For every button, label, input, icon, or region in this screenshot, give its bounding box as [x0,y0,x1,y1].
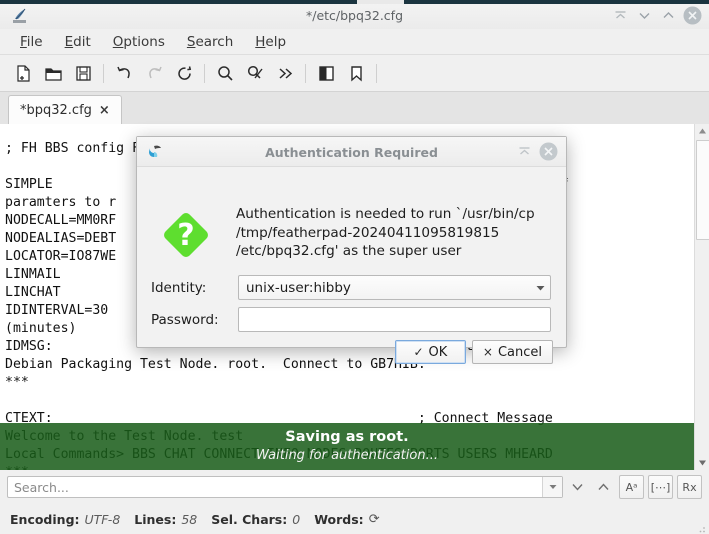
encoding-label: Encoding: [10,512,80,527]
words-label: Words: [314,512,363,527]
search-history-dropdown-icon[interactable] [542,477,562,497]
more-actions-icon[interactable] [270,58,300,88]
scrollbar-thumb[interactable] [696,140,709,240]
match-case-toggle[interactable]: Aᵃ [619,475,644,499]
lines-value: 58 [181,512,197,527]
dialog-actions: ✓ OK × Cancel [395,340,553,364]
dialog-window-controls [514,142,559,161]
minimize-button[interactable] [634,6,655,25]
search-field-wrapper [7,476,563,498]
dialog-shade-button[interactable] [514,142,535,161]
featherpad-window: */etc/bpq32.cfg [0,0,709,534]
cancel-button-label: Cancel [498,345,542,360]
menu-edit[interactable]: Edit [56,32,101,52]
ok-button[interactable]: ✓ OK [395,340,466,364]
status-bar: Encoding: UTF-8 Lines: 58 Sel. Chars: 0 … [0,504,709,534]
editor-vertical-scrollbar[interactable] [694,124,709,470]
tab-bpq32-cfg[interactable]: *bpq32.cfg × [8,95,122,125]
open-file-icon[interactable] [38,58,68,88]
identity-value: unix-user:hibby [239,280,530,296]
authentication-dialog: Authentication Required [136,136,567,348]
search-input[interactable] [7,476,563,498]
sel-chars-label: Sel. Chars: [211,512,287,527]
regex-toggle[interactable]: Rx [677,475,702,499]
find-replace-icon[interactable] [240,58,270,88]
dialog-title: Authentication Required [137,137,566,166]
menu-search[interactable]: Search [178,32,243,52]
chevron-down-icon [530,285,550,291]
ok-button-label: OK [429,345,448,360]
toolbar-separator [376,64,377,83]
dialog-body: ? Authentication is needed to run `/usr/… [137,167,566,347]
search-bar: Aᵃ [⋯] Rx [0,470,709,504]
whole-word-toggle[interactable]: [⋯] [648,475,673,499]
dialog-close-button[interactable] [538,142,559,161]
toolbar-separator [103,64,104,83]
tab-close-icon[interactable]: × [99,103,110,118]
menu-help[interactable]: Help [246,32,296,52]
redo-icon [139,58,169,88]
notification-title: Saving as root. [285,428,408,447]
tab-bar: *bpq32.cfg × [0,92,709,125]
identity-select[interactable]: unix-user:hibby [238,275,551,300]
shade-button[interactable] [610,6,631,25]
scroll-down-icon[interactable] [695,456,709,470]
close-x-icon: × [483,345,493,359]
resize-grip[interactable] [695,521,706,532]
notification-subtitle: Waiting for authentication... [256,447,438,465]
window-controls [610,6,703,25]
new-file-icon[interactable] [8,58,38,88]
split-view-icon[interactable] [311,58,341,88]
toolbar-separator [305,64,306,83]
find-previous-icon[interactable] [591,476,615,498]
reload-icon[interactable] [169,58,199,88]
dialog-message: Authentication is needed to run `/usr/bi… [236,205,551,261]
green-question-icon: ? [158,207,214,263]
tool-bar [0,55,709,92]
identity-label: Identity: [151,280,206,296]
close-button[interactable] [682,6,703,25]
check-icon: ✓ [413,345,423,359]
sel-chars-value: 0 [292,512,300,527]
undo-icon[interactable] [109,58,139,88]
find-next-icon[interactable] [565,476,589,498]
find-icon[interactable] [210,58,240,88]
words-spinner-icon: ⟳ [369,512,380,527]
window-title: */etc/bpq32.cfg [0,0,709,29]
svg-text:?: ? [177,218,194,253]
menu-options[interactable]: Options [104,32,175,52]
menu-file[interactable]: File [11,32,53,52]
scroll-up-icon[interactable] [695,124,709,138]
save-file-icon[interactable] [68,58,98,88]
dialog-title-bar: Authentication Required [137,137,566,167]
cancel-button[interactable]: × Cancel [472,340,553,364]
saving-as-root-notification: Saving as root. Waiting for authenticati… [0,423,694,470]
tab-label: *bpq32.cfg [20,103,92,118]
encoding-value: UTF-8 [85,512,121,527]
toolbar-separator [204,64,205,83]
lines-label: Lines: [134,512,176,527]
title-bar: */etc/bpq32.cfg [0,0,709,30]
menu-bar: File Edit Options Search Help [0,29,709,55]
bookmark-icon[interactable] [341,58,371,88]
password-input[interactable] [238,307,551,332]
maximize-button[interactable] [658,6,679,25]
password-label: Password: [151,312,219,328]
